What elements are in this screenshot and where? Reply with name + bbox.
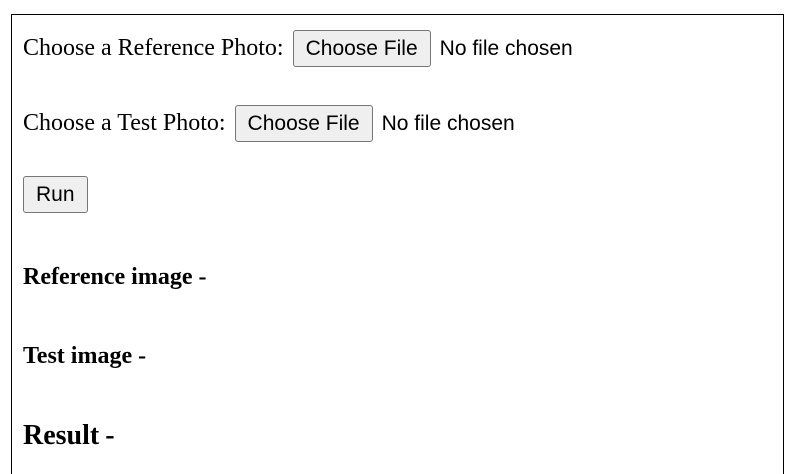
result-section: Result - [23,420,115,452]
page-frame [11,14,784,474]
reference-image-separator: - [198,264,207,290]
reference-choose-file-button[interactable]: Choose File [292,30,431,67]
result-separator: - [105,420,115,451]
test-choose-file-button[interactable]: Choose File [234,105,373,142]
result-heading: Result [23,420,100,451]
reference-image-heading: Reference image [23,264,193,290]
reference-photo-row: Choose a Reference Photo: Choose File No… [23,30,573,67]
test-image-section: Test image - [23,343,146,370]
test-image-heading: Test image [23,343,133,369]
test-photo-label: Choose a Test Photo: [23,110,226,136]
run-button[interactable]: Run [23,176,88,213]
test-file-status: No file chosen [381,111,515,135]
test-photo-row: Choose a Test Photo: Choose File No file… [23,105,515,142]
reference-image-section: Reference image - [23,264,206,291]
run-row: Run [23,176,88,213]
reference-photo-label: Choose a Reference Photo: [23,35,284,61]
test-image-separator: - [138,343,147,369]
reference-file-status: No file chosen [439,36,573,60]
